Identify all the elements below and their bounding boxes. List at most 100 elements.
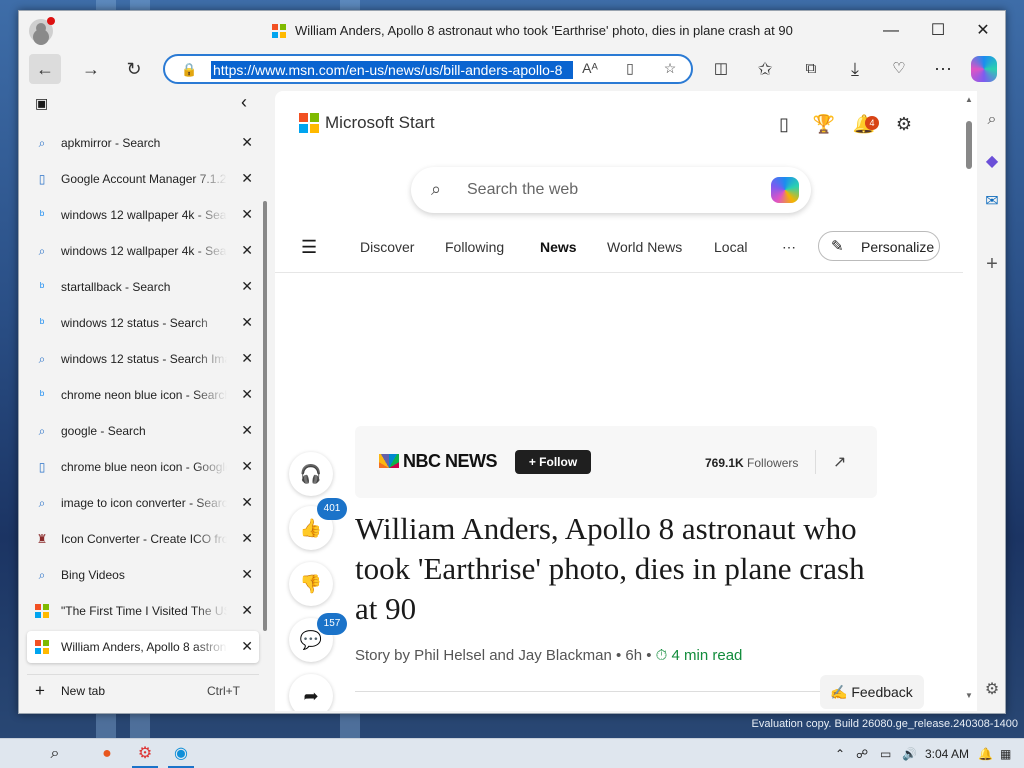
close-tab-icon[interactable]: ✕ bbox=[241, 134, 253, 151]
close-tab-icon[interactable]: ✕ bbox=[241, 638, 253, 655]
clock-time[interactable]: 3:04 AM bbox=[925, 747, 969, 761]
nav-following[interactable]: Following bbox=[445, 239, 504, 255]
tab-item[interactable]: ⌕ Bing Videos ✕ bbox=[27, 559, 259, 591]
close-tab-icon[interactable]: ✕ bbox=[241, 314, 253, 331]
immersive-reader-icon[interactable]: ▯ bbox=[619, 60, 641, 77]
tab-item[interactable]: ᵇ windows 12 status - Search ✕ bbox=[27, 307, 259, 339]
outlook-icon[interactable]: ✉ bbox=[979, 189, 1005, 215]
sidebar-settings-icon[interactable]: ⚙ bbox=[979, 677, 1005, 703]
tab-actions-icon[interactable]: ▣ bbox=[35, 95, 48, 112]
favorites-icon[interactable]: ✩ bbox=[749, 54, 781, 84]
nav-local[interactable]: Local bbox=[714, 239, 747, 255]
minimize-button[interactable]: — bbox=[869, 19, 913, 43]
tab-item[interactable]: ▯ Google Account Manager 7.1.2 (Android) ✕ bbox=[27, 163, 259, 195]
scroll-down-icon[interactable]: ▼ bbox=[965, 691, 973, 700]
search-box[interactable]: ⌕ Search the web bbox=[411, 167, 811, 213]
tab-item[interactable]: ▯ chrome blue neon icon - Google Search ✕ bbox=[27, 451, 259, 483]
close-tab-icon[interactable]: ✕ bbox=[241, 602, 253, 619]
close-tab-icon[interactable]: ✕ bbox=[241, 386, 253, 403]
address-bar[interactable]: 🔒 https://www.msn.com/en-us/news/us/bill… bbox=[163, 54, 693, 84]
tabs-scrollbar[interactable] bbox=[263, 201, 267, 631]
close-window-button[interactable]: ✕ bbox=[961, 19, 1005, 43]
search-icon: ⌕ bbox=[38, 496, 46, 510]
tab-item[interactable]: ⌕ windows 12 wallpaper 4k - Search Images… bbox=[27, 235, 259, 267]
firefox-icon[interactable]: ● bbox=[96, 743, 118, 765]
tray-battery-icon[interactable]: ▭ bbox=[880, 747, 891, 761]
tab-item[interactable]: ⌕ windows 12 status - Search Images ✕ bbox=[27, 343, 259, 375]
rewards-trophy-icon[interactable]: 🏆 bbox=[811, 111, 837, 137]
close-tab-icon[interactable]: ✕ bbox=[241, 170, 253, 187]
taskbar-search-icon[interactable]: ⌕ bbox=[44, 743, 66, 765]
microsoft-logo-icon[interactable] bbox=[299, 113, 319, 133]
tab-label: windows 12 status - Search bbox=[61, 316, 208, 330]
url-text[interactable]: https://www.msn.com/en-us/news/us/bill-a… bbox=[211, 61, 573, 79]
tab-item[interactable]: "The First Time I Visited The US ✕ bbox=[27, 595, 259, 627]
close-tab-icon[interactable]: ✕ bbox=[241, 242, 253, 259]
collapse-panel-button[interactable]: ‹ bbox=[241, 92, 247, 113]
tab-item[interactable]: ᵇ startallback - Search ✕ bbox=[27, 271, 259, 303]
tab-item[interactable]: ᵇ chrome neon blue icon - Search ✕ bbox=[27, 379, 259, 411]
brand-title[interactable]: Microsoft Start bbox=[325, 113, 435, 133]
close-tab-icon[interactable]: ✕ bbox=[241, 422, 253, 439]
follow-button[interactable]: + Follow bbox=[515, 450, 591, 474]
collections-icon[interactable]: ⧉ bbox=[795, 54, 827, 84]
share-icon[interactable]: ➦ bbox=[289, 674, 333, 711]
close-tab-icon[interactable]: ✕ bbox=[241, 206, 253, 223]
comment-count: 157 bbox=[317, 613, 347, 635]
tab-item[interactable]: ⌕ apkmirror - Search ✕ bbox=[27, 127, 259, 159]
hamburger-menu-icon[interactable]: ☰ bbox=[301, 237, 317, 258]
favorite-star-icon[interactable]: ☆ bbox=[659, 60, 681, 77]
refresh-button[interactable]: ↻ bbox=[118, 54, 150, 84]
feedback-button[interactable]: ✍ Feedback bbox=[820, 675, 924, 709]
close-tab-icon[interactable]: ✕ bbox=[241, 458, 253, 475]
tray-chevron-icon[interactable]: ⌃ bbox=[835, 747, 845, 761]
dislike-thumbs-down-icon[interactable]: 👎 bbox=[289, 562, 333, 606]
tab-label: Bing Videos bbox=[61, 568, 125, 582]
profile-avatar-icon[interactable] bbox=[29, 17, 55, 43]
back-button[interactable]: ← bbox=[29, 54, 61, 84]
edge-icon[interactable]: ◉ bbox=[170, 743, 192, 765]
close-tab-icon[interactable]: ✕ bbox=[241, 530, 253, 547]
listen-headphones-icon[interactable]: 🎧 bbox=[289, 452, 333, 496]
add-sidebar-app-icon[interactable]: + bbox=[979, 251, 1005, 277]
tab-item[interactable]: ᵇ windows 12 wallpaper 4k - Search ✕ bbox=[27, 199, 259, 231]
tray-network-icon[interactable]: ☍ bbox=[856, 747, 868, 761]
new-tab-button[interactable]: + New tab Ctrl+T bbox=[27, 674, 259, 706]
scroll-thumb[interactable] bbox=[966, 121, 972, 169]
settings-more-button[interactable]: ⋯ bbox=[927, 54, 959, 84]
tab-item[interactable]: ⌕ image to icon converter - Search ✕ bbox=[27, 487, 259, 519]
personalize-button[interactable]: ✎ Personalize bbox=[818, 231, 940, 261]
copilot-search-icon[interactable] bbox=[771, 177, 799, 203]
maximize-button[interactable]: ☐ bbox=[916, 19, 960, 43]
forward-button[interactable]: → bbox=[75, 54, 107, 84]
nav-world-news[interactable]: World News bbox=[607, 239, 682, 255]
nbc-news-logo[interactable]: NBC NEWS bbox=[379, 451, 498, 472]
copilot-icon[interactable] bbox=[971, 56, 997, 82]
close-tab-icon[interactable]: ✕ bbox=[241, 494, 253, 511]
nav-discover[interactable]: Discover bbox=[360, 239, 414, 255]
tray-sound-icon[interactable]: 🔊 bbox=[902, 747, 917, 761]
tab-item[interactable]: ♜ Icon Converter - Create ICO from PNG ✕ bbox=[27, 523, 259, 555]
close-tab-icon[interactable]: ✕ bbox=[241, 566, 253, 583]
tab-item[interactable]: ⌕ google - Search ✕ bbox=[27, 415, 259, 447]
tray-widget-icon[interactable]: ▦ bbox=[1000, 747, 1011, 761]
read-aloud-icon[interactable]: Aᴬ bbox=[579, 60, 601, 76]
app-icon[interactable]: ⚙ bbox=[134, 743, 156, 765]
scroll-up-icon[interactable]: ▲ bbox=[965, 95, 973, 104]
settings-gear-icon[interactable]: ⚙ bbox=[891, 111, 917, 137]
tray-notification-icon[interactable]: 🔔 bbox=[978, 747, 993, 761]
nav-news[interactable]: News bbox=[540, 239, 577, 255]
sidebar-apps-icon[interactable]: ◆ bbox=[979, 149, 1005, 175]
page-scrollbar[interactable]: ▲ ▼ bbox=[963, 91, 977, 711]
downloads-icon[interactable]: ⤓ bbox=[839, 54, 871, 84]
split-screen-icon[interactable]: ◫ bbox=[705, 54, 737, 84]
mobile-app-icon[interactable]: ▯ bbox=[771, 111, 797, 137]
lock-icon[interactable]: 🔒 bbox=[181, 62, 197, 78]
open-external-icon[interactable]: ↗ bbox=[833, 452, 846, 472]
tab-item[interactable]: William Anders, Apollo 8 astronaut ✕ bbox=[27, 631, 259, 663]
sidebar-search-icon[interactable]: ⌕ bbox=[979, 107, 1005, 133]
nav-more-button[interactable]: ⋯ bbox=[782, 239, 796, 256]
close-tab-icon[interactable]: ✕ bbox=[241, 350, 253, 367]
browser-essentials-icon[interactable]: ♡ bbox=[883, 54, 915, 84]
close-tab-icon[interactable]: ✕ bbox=[241, 278, 253, 295]
